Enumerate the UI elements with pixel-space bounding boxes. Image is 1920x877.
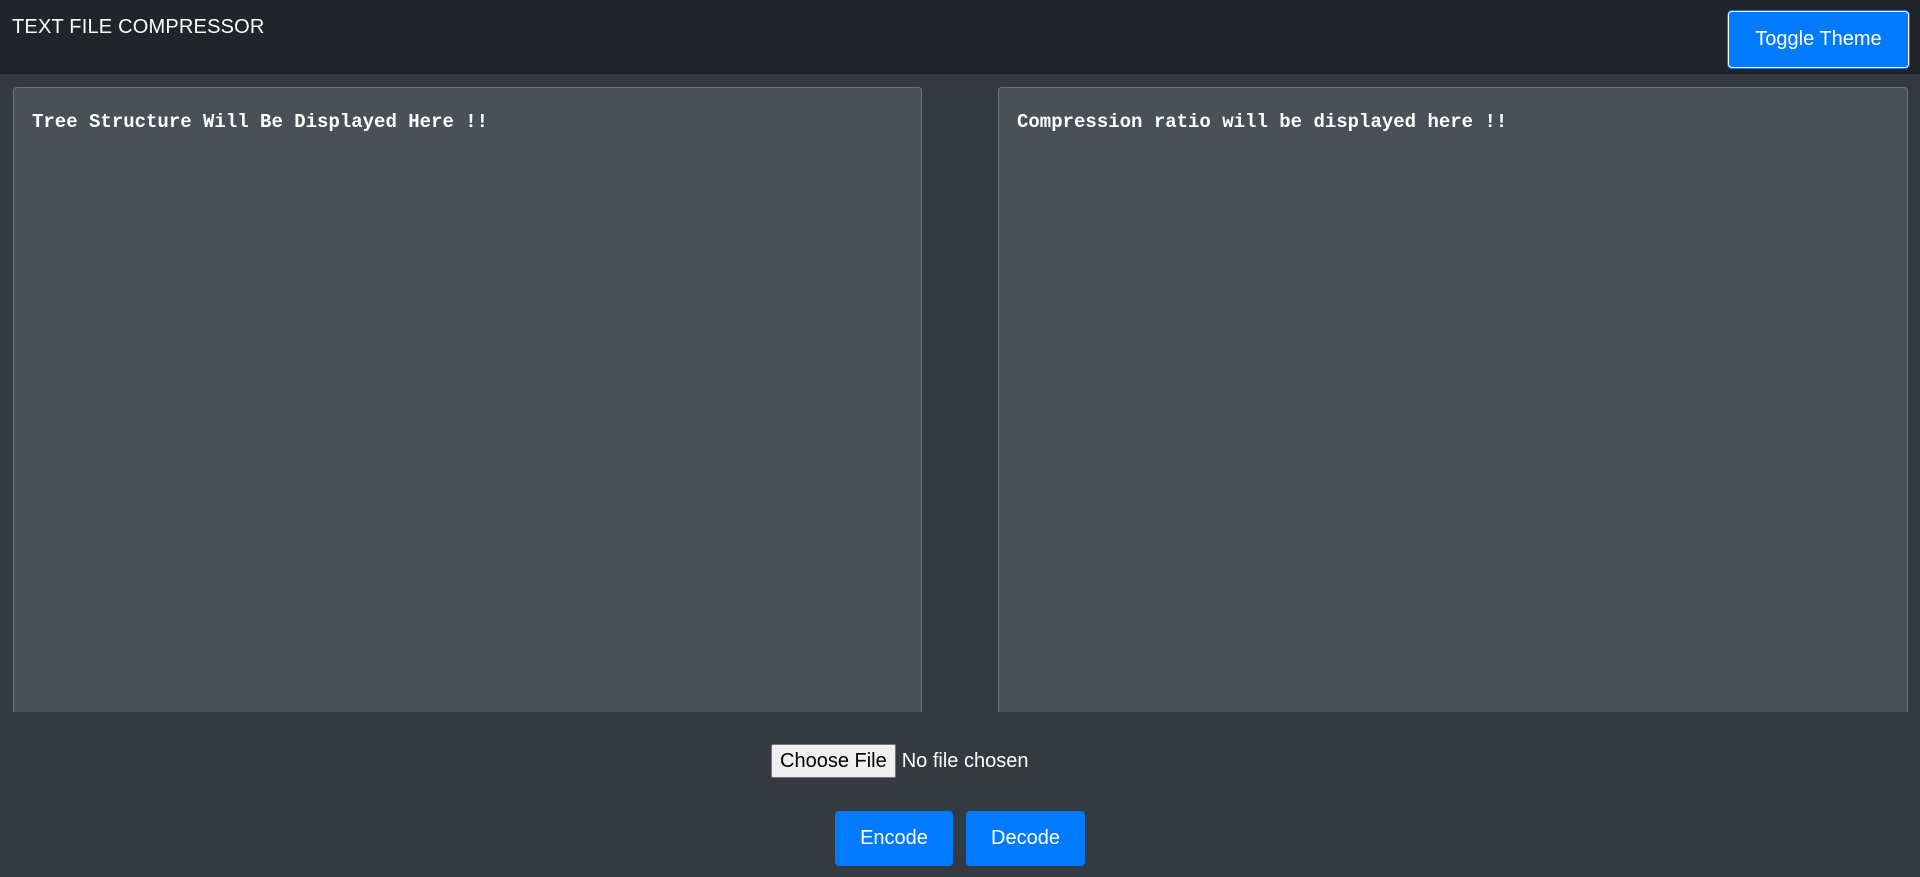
compression-ratio-panel: Compression ratio will be displayed here…	[998, 87, 1908, 712]
compression-ratio-placeholder: Compression ratio will be displayed here…	[1017, 111, 1508, 133]
app-header: TEXT FILE COMPRESSOR Toggle Theme	[0, 0, 1920, 74]
app-title: TEXT FILE COMPRESSOR	[12, 16, 265, 38]
file-status-text: No file chosen	[901, 749, 1029, 772]
choose-file-button[interactable]: Choose File	[771, 744, 896, 778]
toggle-theme-button[interactable]: Toggle Theme	[1728, 11, 1909, 68]
tree-structure-placeholder: Tree Structure Will Be Displayed Here !!	[32, 111, 489, 133]
decode-button[interactable]: Decode	[966, 811, 1085, 866]
encode-button[interactable]: Encode	[835, 811, 953, 866]
tree-structure-panel: Tree Structure Will Be Displayed Here !!	[13, 87, 922, 712]
file-input[interactable]: Choose File No file chosen	[771, 744, 1028, 778]
